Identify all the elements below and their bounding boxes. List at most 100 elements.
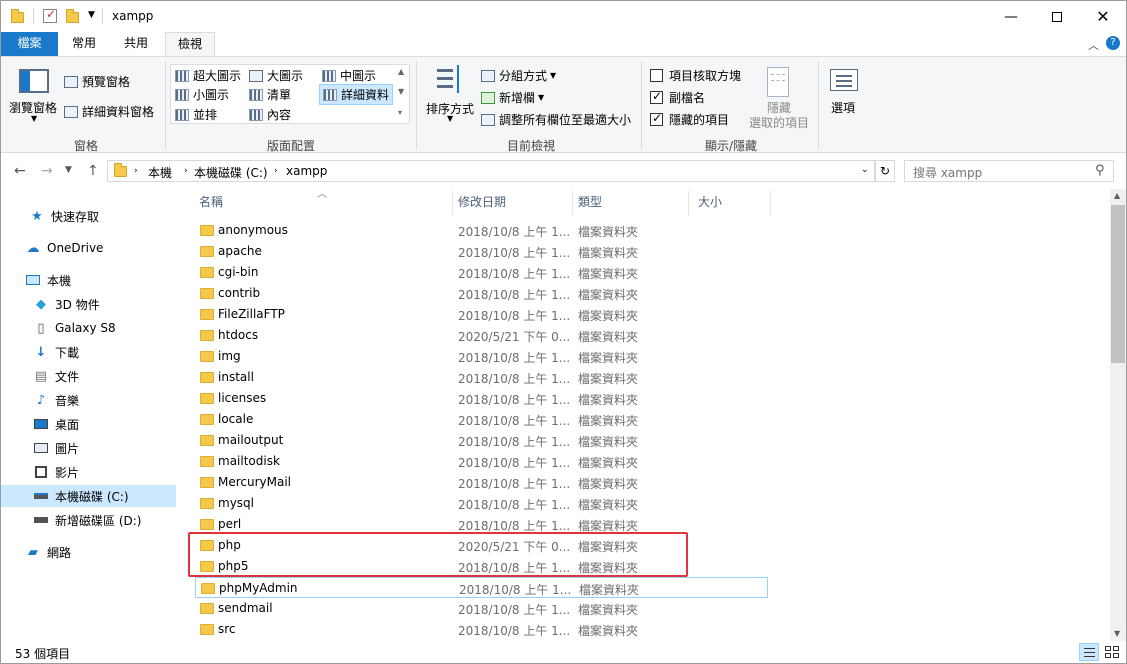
- details-pane-button[interactable]: 詳細資料窗格: [64, 103, 154, 120]
- hidden-items-toggle[interactable]: 隱藏的項目: [650, 111, 729, 128]
- refresh-icon[interactable]: ↻: [875, 160, 895, 182]
- table-row[interactable]: cgi-bin 2018/10/8 上午 1... 檔案資料夾: [195, 262, 768, 283]
- options-button[interactable]: 選項: [831, 99, 855, 116]
- collapse-ribbon-icon[interactable]: ︿: [1088, 37, 1099, 53]
- layout-list[interactable]: 清單: [249, 86, 291, 103]
- tab-home[interactable]: 常用: [60, 32, 108, 56]
- table-row[interactable]: FileZillaFTP 2018/10/8 上午 1... 檔案資料夾: [195, 304, 768, 325]
- layout-large-icons[interactable]: 大圖示: [249, 67, 303, 84]
- properties-icon[interactable]: ✓: [43, 7, 57, 23]
- nav-item-pictures[interactable]: 圖片: [1, 437, 176, 459]
- add-column-button[interactable]: 新增欄 ▼: [481, 89, 544, 106]
- chevron-down-icon[interactable]: ▼: [31, 114, 37, 123]
- table-row[interactable]: mailtodisk 2018/10/8 上午 1... 檔案資料夾: [195, 451, 768, 472]
- table-row[interactable]: phpMyAdmin 2018/10/8 上午 1... 檔案資料夾: [195, 577, 768, 598]
- navigation-pane-icon[interactable]: [19, 69, 49, 93]
- layout-content[interactable]: 內容: [249, 106, 291, 123]
- table-row[interactable]: install 2018/10/8 上午 1... 檔案資料夾: [195, 367, 768, 388]
- file-date: 2018/10/8 上午 1...: [458, 477, 571, 491]
- table-row[interactable]: img 2018/10/8 上午 1... 檔案資料夾: [195, 346, 768, 367]
- breadcrumb-local-disk[interactable]: 本機磁碟 (C:): [194, 164, 268, 181]
- breadcrumb-xampp[interactable]: xampp: [286, 164, 327, 178]
- preview-pane-button[interactable]: 預覽窗格: [64, 73, 130, 90]
- address-dropdown-icon[interactable]: ⌄: [861, 165, 869, 175]
- large-icons-view-icon[interactable]: [1103, 644, 1121, 660]
- breadcrumb-separator-icon[interactable]: ›: [184, 166, 188, 176]
- table-row[interactable]: htdocs 2020/5/21 下午 0... 檔案資料夾: [195, 325, 768, 346]
- nav-item-documents[interactable]: ▤ 文件: [1, 365, 176, 387]
- tab-view[interactable]: 檢視: [165, 32, 215, 57]
- gallery-down-icon[interactable]: ▼: [398, 87, 404, 96]
- table-row[interactable]: MercuryMail 2018/10/8 上午 1... 檔案資料夾: [195, 472, 768, 493]
- maximize-button[interactable]: [1034, 1, 1080, 32]
- column-separator[interactable]: [452, 191, 453, 215]
- table-row[interactable]: apache 2018/10/8 上午 1... 檔案資料夾: [195, 241, 768, 262]
- nav-item-videos[interactable]: 影片: [1, 461, 176, 483]
- layout-medium-icons[interactable]: 中圖示: [322, 67, 376, 84]
- nav-item-network[interactable]: ▰ 網路: [1, 541, 176, 563]
- table-row[interactable]: mailoutput 2018/10/8 上午 1... 檔案資料夾: [195, 430, 768, 451]
- options-icon[interactable]: [830, 69, 858, 91]
- item-checkboxes-toggle[interactable]: 項目核取方塊: [650, 67, 741, 84]
- breadcrumb-this-pc[interactable]: 本機: [148, 164, 172, 181]
- layout-tiles[interactable]: 並排: [175, 106, 217, 123]
- minimize-button[interactable]: —: [988, 1, 1034, 32]
- column-header-date[interactable]: 修改日期: [458, 189, 506, 215]
- table-row[interactable]: contrib 2018/10/8 上午 1... 檔案資料夾: [195, 283, 768, 304]
- scroll-up-icon[interactable]: ▲: [1114, 191, 1120, 200]
- file-name: cgi-bin: [218, 265, 259, 279]
- nav-item-music[interactable]: ♪ 音樂: [1, 389, 176, 411]
- file-extensions-toggle[interactable]: 副檔名: [650, 89, 705, 106]
- nav-item-local-disk-d[interactable]: 新增磁碟區 (D:): [1, 509, 176, 531]
- layout-small-icons[interactable]: 小圖示: [175, 86, 229, 103]
- chevron-down-icon[interactable]: ▼: [447, 114, 453, 123]
- vertical-scrollbar[interactable]: ▲ ▼: [1110, 189, 1126, 641]
- column-header-name[interactable]: 名稱: [199, 189, 223, 215]
- breadcrumb-separator-icon[interactable]: ›: [134, 166, 138, 176]
- help-icon[interactable]: ?: [1106, 36, 1120, 50]
- details-view-icon[interactable]: [1079, 643, 1099, 661]
- breadcrumb-separator-icon[interactable]: ›: [274, 166, 278, 176]
- new-folder-icon[interactable]: [66, 9, 80, 23]
- table-row[interactable]: mysql 2018/10/8 上午 1... 檔案資料夾: [195, 493, 768, 514]
- tab-file[interactable]: 檔案: [1, 32, 58, 56]
- sort-by-icon[interactable]: [437, 65, 463, 95]
- column-separator[interactable]: [770, 191, 771, 215]
- back-arrow-icon[interactable]: ←: [14, 163, 26, 179]
- search-icon[interactable]: ⚲: [1095, 163, 1105, 178]
- layout-extra-large-icons[interactable]: 超大圖示: [175, 67, 241, 84]
- nav-item-galaxy-s8[interactable]: ▯ Galaxy S8: [1, 317, 176, 339]
- scroll-thumb[interactable]: [1111, 205, 1125, 363]
- gallery-up-icon[interactable]: ▲: [398, 67, 404, 76]
- table-row[interactable]: locale 2018/10/8 上午 1... 檔案資料夾: [195, 409, 768, 430]
- table-row[interactable]: src 2018/10/8 上午 1... 檔案資料夾: [195, 619, 768, 640]
- nav-item-desktop[interactable]: 桌面: [1, 413, 176, 435]
- tab-share[interactable]: 共用: [112, 32, 160, 56]
- nav-item-quick-access[interactable]: ★ 快速存取: [1, 205, 176, 227]
- recent-locations-icon[interactable]: ▼: [65, 165, 72, 175]
- column-header-size[interactable]: 大小: [698, 189, 722, 215]
- column-header-type[interactable]: 類型: [578, 189, 602, 215]
- nav-item-local-disk-c[interactable]: 本機磁碟 (C:): [1, 485, 176, 507]
- table-row[interactable]: anonymous 2018/10/8 上午 1... 檔案資料夾: [195, 220, 768, 241]
- group-by-button[interactable]: 分組方式 ▼: [481, 67, 556, 84]
- gallery-more-icon[interactable]: ▾: [398, 108, 402, 117]
- nav-item-downloads[interactable]: ↓ 下載: [1, 341, 176, 363]
- forward-arrow-icon[interactable]: →: [41, 163, 53, 179]
- address-bar[interactable]: › 本機 › 本機磁碟 (C:) › xampp ⌄: [107, 160, 875, 182]
- nav-item-onedrive[interactable]: ☁ OneDrive: [1, 237, 176, 259]
- hide-selected-icon[interactable]: [767, 67, 789, 97]
- nav-item-this-pc[interactable]: 本機: [1, 269, 176, 291]
- scroll-down-icon[interactable]: ▼: [1114, 629, 1120, 638]
- up-arrow-icon[interactable]: ↑: [87, 163, 99, 179]
- table-row[interactable]: sendmail 2018/10/8 上午 1... 檔案資料夾: [195, 598, 768, 619]
- search-input[interactable]: 搜尋 xampp ⚲: [904, 160, 1114, 182]
- column-separator[interactable]: [572, 191, 573, 215]
- column-separator[interactable]: [688, 191, 689, 215]
- table-row[interactable]: licenses 2018/10/8 上午 1... 檔案資料夾: [195, 388, 768, 409]
- layout-details[interactable]: 詳細資料: [319, 84, 394, 105]
- nav-item-3d-objects[interactable]: ◆ 3D 物件: [1, 293, 176, 315]
- close-button[interactable]: ✕: [1080, 1, 1126, 32]
- size-all-columns-button[interactable]: 調整所有欄位至最適大小: [481, 111, 631, 128]
- customize-quick-access-icon[interactable]: ▼: [88, 10, 95, 20]
